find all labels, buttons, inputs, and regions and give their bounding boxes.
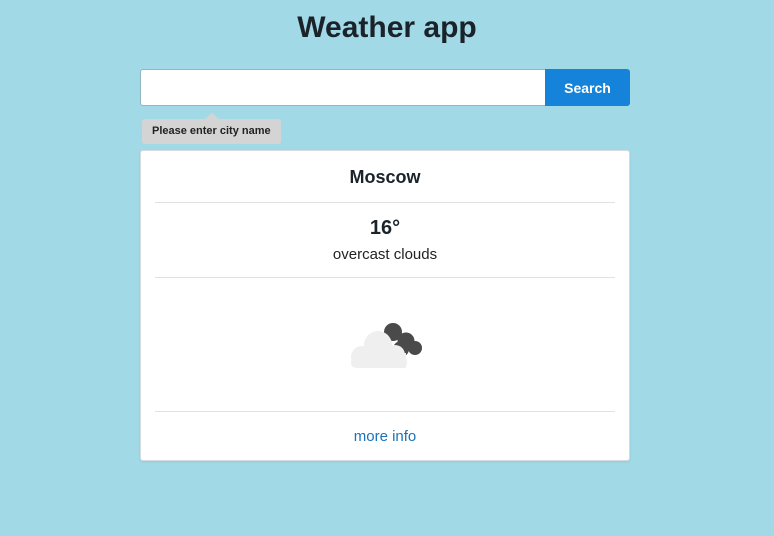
more-info-link[interactable]: more info (155, 428, 615, 445)
validation-tooltip: Please enter city name (142, 119, 281, 144)
divider (155, 411, 615, 412)
overcast-clouds-icon (351, 323, 422, 368)
temperature: 16° (369, 217, 401, 239)
weather-card: Moscow 16° overcast clouds more info (140, 150, 630, 461)
city-name: Moscow (349, 167, 421, 187)
app-title: Weather app (297, 11, 477, 44)
city-search-input[interactable] (140, 69, 545, 106)
weather-description: overcast clouds (332, 246, 438, 263)
search-button[interactable]: Search (545, 69, 630, 106)
search-form: Search (140, 69, 630, 106)
divider (155, 277, 615, 278)
divider (155, 202, 615, 203)
